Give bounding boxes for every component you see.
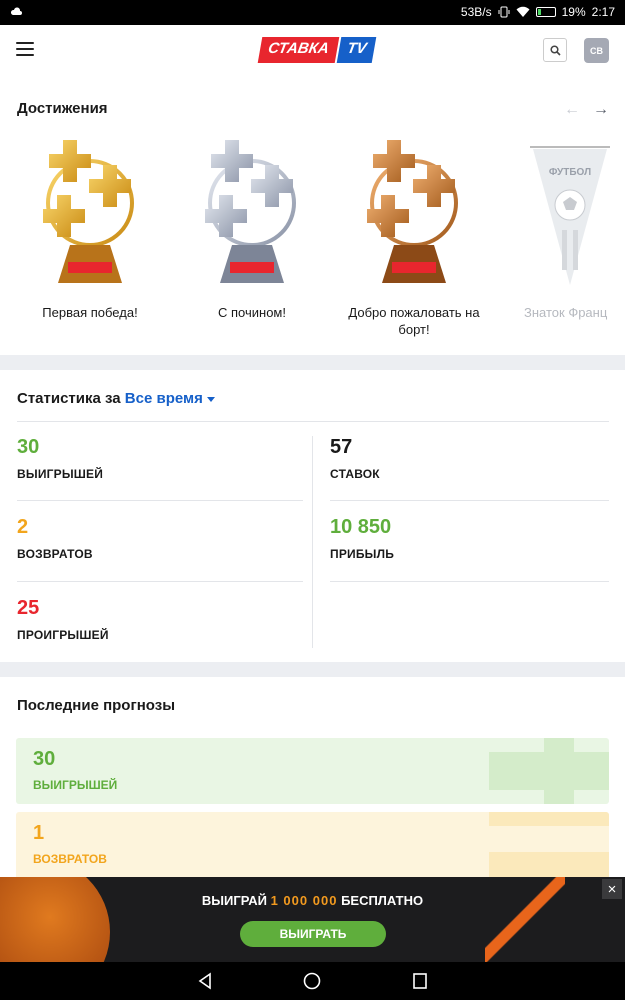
achievement-item[interactable]: Первая победа!: [15, 135, 165, 321]
avatar[interactable]: СВ: [584, 38, 609, 63]
recent-predictions-section: Последние прогнозы 30 ВЫИГРЫШЕЙ 1 ВОЗВРА…: [0, 677, 625, 882]
gold-trophy-icon: [43, 140, 134, 283]
basketball-image: [0, 877, 110, 962]
statistics-section: Статистика за Все время 30 ВЫИГРЫШЕЙ 2 В…: [0, 370, 625, 662]
network-speed: 53B/s: [460, 5, 492, 19]
promo-text: ВЫИГРАЙ 1 000 000 БЕСПЛАТНО: [0, 893, 625, 908]
achievement-item[interactable]: С почином!: [177, 135, 327, 321]
card-value: 1: [33, 822, 45, 844]
section-divider: [0, 662, 625, 677]
achievement-label: Добро пожаловать на борт!: [348, 305, 480, 337]
stat-returns: 2 ВОЗВРАТОВ: [17, 516, 93, 561]
win-button[interactable]: ВЫИГРАТЬ: [240, 921, 386, 947]
achievements-section: Достижения ← → Первая победа! С почином!: [0, 75, 625, 355]
divider: [330, 581, 609, 582]
cloud-icon: [10, 7, 22, 15]
summary-card-wins[interactable]: 30 ВЫИГРЫШЕЙ: [16, 738, 609, 804]
achievement-label: Первая победа!: [42, 305, 138, 320]
logo[interactable]: СТАВКА TV: [257, 37, 377, 63]
menu-icon[interactable]: [16, 42, 34, 56]
divider: [17, 421, 609, 422]
card-value: 30: [33, 748, 56, 770]
stat-label: ВОЗВРАТОВ: [17, 547, 93, 561]
stat-label: ПРОИГРЫШЕЙ: [17, 628, 109, 642]
home-icon[interactable]: [303, 972, 321, 990]
search-icon: [549, 44, 561, 56]
card-label: ВЫИГРЫШЕЙ: [33, 778, 118, 792]
divider: [17, 581, 303, 582]
search-button[interactable]: [543, 38, 567, 62]
recent-title: Последние прогнозы: [17, 697, 175, 714]
achievements-title: Достижения: [17, 100, 108, 117]
battery-icon: [535, 7, 556, 17]
summary-card-returns[interactable]: 1 ВОЗВРАТОВ: [16, 812, 609, 882]
stat-bets: 57 СТАВОК: [330, 436, 380, 481]
period-dropdown[interactable]: Все время: [125, 390, 215, 407]
caret-down-icon: [206, 396, 215, 402]
promo-highlight: 1 000 000: [270, 893, 338, 908]
promo-banner[interactable]: ВЫИГРАЙ 1 000 000 БЕСПЛАТНО ВЫИГРАТЬ ×: [0, 877, 625, 962]
stat-profit: 10 850 ПРИБЫЛЬ: [330, 516, 394, 561]
achievement-label: Знаток Франц: [524, 305, 608, 320]
stats-title-label: Статистика за: [17, 390, 121, 407]
achievement-label: С почином!: [218, 305, 286, 320]
stat-value: 25: [17, 597, 40, 619]
stat-value: 10 850: [330, 516, 392, 538]
stats-title: Статистика за Все время: [17, 390, 215, 407]
divider: [17, 500, 303, 501]
pennant-text: ФУТБОЛ: [549, 167, 591, 178]
banner-decoration: [485, 877, 565, 962]
stat-value: 30: [17, 436, 40, 458]
arrow-right-icon[interactable]: →: [593, 101, 609, 119]
vertical-divider: [312, 436, 313, 648]
arrow-left-icon[interactable]: ←: [564, 101, 580, 119]
stat-losses: 25 ПРОИГРЫШЕЙ: [17, 597, 109, 642]
vibrate-icon: [498, 6, 510, 18]
stat-label: ПРИБЫЛЬ: [330, 547, 395, 561]
plus-decoration-icon: [489, 812, 609, 878]
card-label: ВОЗВРАТОВ: [33, 852, 107, 866]
section-divider: [0, 355, 625, 370]
promo-text-after: БЕСПЛАТНО: [341, 893, 424, 908]
football-pennant-icon: ФУТБОЛ: [530, 146, 610, 285]
stat-value: 2: [17, 516, 29, 538]
stat-wins: 30 ВЫИГРЫШЕЙ: [17, 436, 103, 481]
recents-icon[interactable]: [412, 972, 428, 990]
wifi-icon: [516, 6, 530, 17]
stat-label: СТАВОК: [330, 467, 380, 481]
silver-trophy-icon: [205, 140, 296, 283]
stat-label: ВЫИГРЫШЕЙ: [17, 467, 104, 481]
achievement-item[interactable]: ФУТБОЛ Знаток Франц: [520, 135, 625, 321]
promo-text-before: ВЫИГРАЙ: [201, 893, 267, 908]
period-value: Все время: [124, 390, 203, 407]
system-nav-bar: [0, 962, 625, 1000]
divider: [330, 500, 609, 501]
battery-percent: 19%: [561, 5, 586, 19]
logo-text-tv: TV: [336, 37, 377, 63]
achievement-item[interactable]: Добро пожаловать на борт!: [339, 135, 489, 338]
app-header: СТАВКА TV СВ: [0, 25, 625, 75]
clock: 2:17: [591, 5, 615, 19]
close-icon[interactable]: ×: [602, 879, 622, 899]
stat-value: 57: [330, 436, 353, 458]
plus-decoration-icon: [489, 738, 609, 804]
bronze-trophy-icon: [367, 140, 458, 283]
status-bar: 53B/s 19% 2:17: [0, 0, 625, 25]
back-icon[interactable]: [197, 972, 213, 990]
logo-text-main: СТАВКА: [257, 37, 339, 63]
